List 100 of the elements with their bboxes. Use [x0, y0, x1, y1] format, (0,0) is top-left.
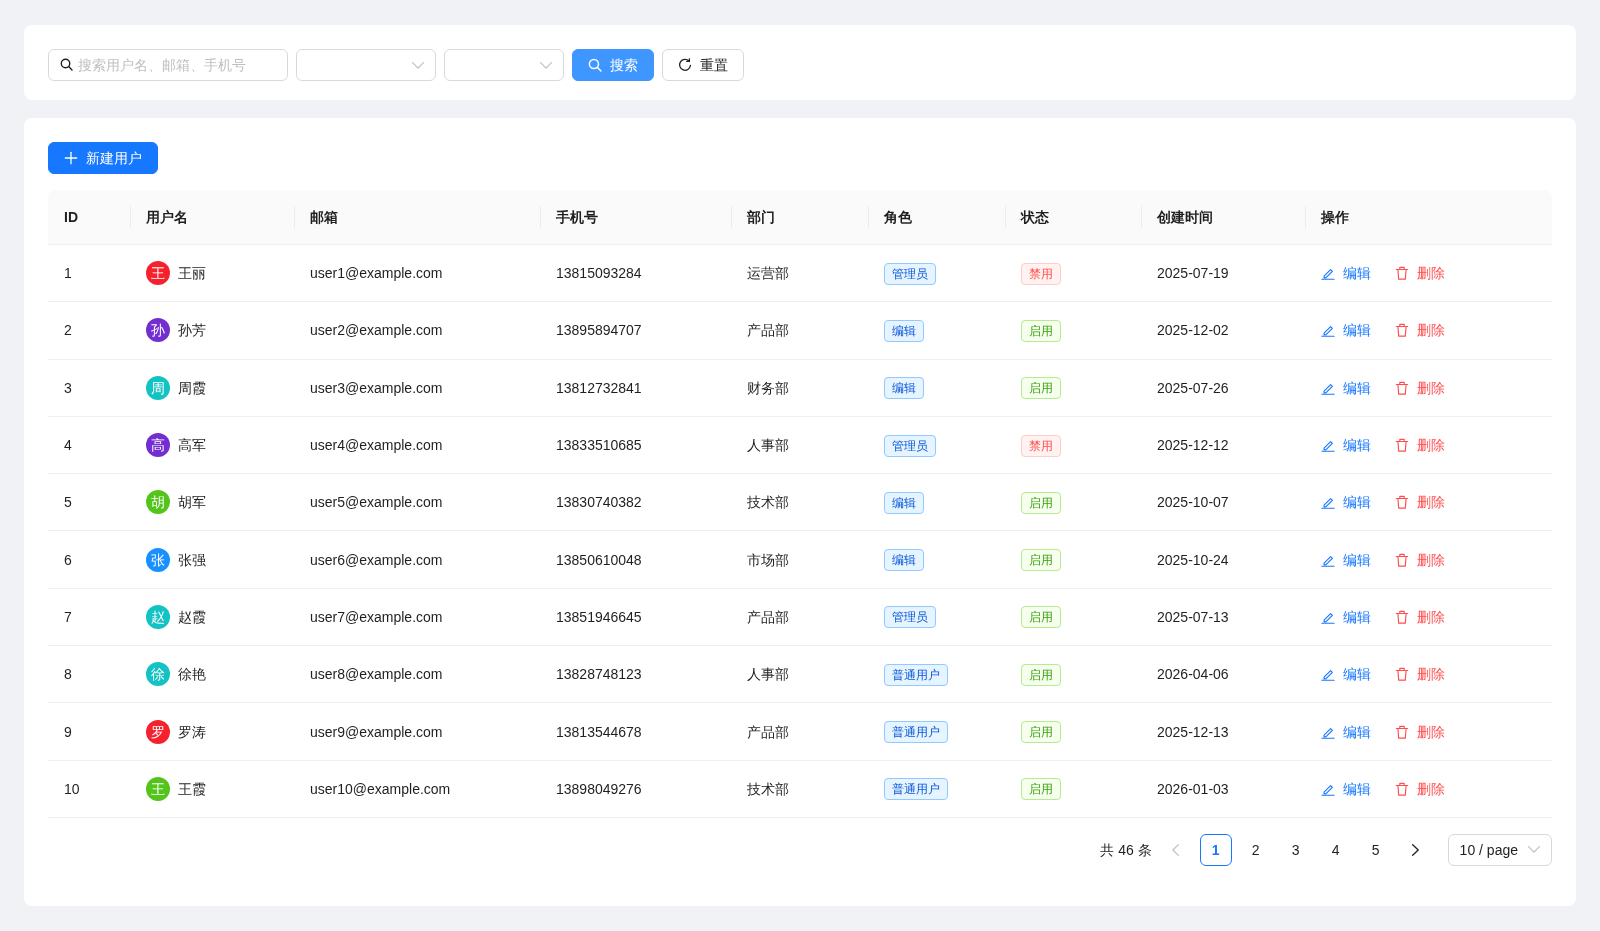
role-tag: 编辑 [884, 549, 924, 572]
edit-button[interactable]: 编辑 [1313, 261, 1379, 286]
table-cell: 产品部 [731, 703, 868, 761]
table-cell: 13833510685 [540, 416, 731, 475]
table-cell: 3 [48, 359, 130, 417]
delete-button[interactable]: 删除 [1387, 547, 1453, 572]
trash-icon [1395, 552, 1409, 567]
chevron-right-icon [1412, 843, 1420, 856]
edit-button[interactable]: 编辑 [1313, 318, 1379, 343]
edit-button[interactable]: 编辑 [1313, 604, 1379, 629]
delete-button[interactable]: 删除 [1387, 776, 1453, 801]
column-header: ID [48, 190, 130, 245]
chevron-down-icon [412, 61, 424, 69]
table-cell: 13813544678 [540, 703, 731, 761]
delete-button[interactable]: 删除 [1387, 433, 1453, 458]
page-button[interactable]: 4 [1319, 833, 1352, 866]
reload-icon [678, 58, 692, 72]
search-field[interactable]: 搜索用户名、邮箱、手机号 [48, 49, 288, 81]
page-button[interactable]: 5 [1359, 833, 1392, 866]
page-button[interactable]: 2 [1239, 833, 1272, 866]
table-cell: 2025-10-24 [1141, 531, 1305, 589]
trash-icon [1395, 781, 1409, 796]
table-cell: 2025-10-07 [1141, 474, 1305, 532]
user-name: 高军 [178, 436, 206, 456]
table-cell: 财务部 [731, 359, 868, 417]
edit-button[interactable]: 编辑 [1313, 490, 1379, 515]
edit-button[interactable]: 编辑 [1313, 547, 1379, 572]
table-cell: 2025-07-19 [1141, 245, 1305, 303]
delete-button[interactable]: 删除 [1387, 375, 1453, 400]
table-cell: 13898049276 [540, 760, 731, 818]
table-cell: 2026-04-06 [1141, 646, 1305, 704]
table-cell: 13828748123 [540, 646, 731, 704]
status-tag: 启用 [1021, 549, 1061, 572]
role-tag: 编辑 [884, 377, 924, 400]
avatar: 周 [146, 375, 170, 400]
table-cell: 8 [48, 646, 130, 704]
table-cell: user3@example.com [294, 359, 540, 417]
table-cell: 7 [48, 588, 130, 647]
status-tag: 禁用 [1021, 434, 1061, 457]
edit-button[interactable]: 编辑 [1313, 776, 1379, 801]
table-cell: 产品部 [731, 588, 868, 647]
table-cell: 市场部 [731, 531, 868, 589]
page-size-select[interactable]: 10 / page [1447, 833, 1552, 866]
table-cell: 产品部 [731, 302, 868, 360]
table-cell: 2025-12-02 [1141, 302, 1305, 360]
table-cell: 技术部 [731, 760, 868, 818]
table-cell: user9@example.com [294, 703, 540, 761]
avatar: 罗 [146, 719, 170, 744]
page-button[interactable]: 3 [1279, 833, 1312, 866]
pencil-icon [1321, 495, 1335, 510]
trash-icon [1395, 266, 1409, 281]
user-name: 孙芳 [178, 321, 206, 341]
role-tag: 普通用户 [884, 721, 948, 743]
edit-button[interactable]: 编辑 [1313, 375, 1379, 400]
column-header: 角色 [868, 190, 1005, 245]
status-tag: 启用 [1021, 377, 1061, 400]
pencil-icon [1321, 667, 1335, 682]
avatar: 王 [146, 776, 170, 801]
table-cell: 9 [48, 703, 130, 761]
create-user-button[interactable]: 新建用户 [48, 142, 158, 174]
delete-button[interactable]: 删除 [1387, 662, 1453, 687]
table-cell: 2025-12-13 [1141, 703, 1305, 761]
edit-button[interactable]: 编辑 [1313, 433, 1379, 458]
table-cell: 人事部 [731, 646, 868, 704]
delete-button[interactable]: 删除 [1387, 604, 1453, 629]
plus-icon [64, 151, 78, 165]
table-cell: 5 [48, 474, 130, 532]
user-name: 罗涛 [178, 722, 206, 742]
column-header: 操作 [1305, 190, 1552, 245]
status-tag: 启用 [1021, 319, 1061, 342]
table-cell: 2025-12-12 [1141, 416, 1305, 475]
search-button[interactable]: 搜索 [572, 49, 654, 81]
status-tag: 启用 [1021, 778, 1061, 801]
select-field[interactable] [444, 49, 564, 81]
page-button[interactable]: 1 [1199, 833, 1232, 866]
user-name: 赵霞 [178, 607, 206, 627]
table-cell: 13895894707 [540, 302, 731, 360]
delete-button[interactable]: 删除 [1387, 318, 1453, 343]
chevron-left-icon [1172, 843, 1180, 856]
table-cell: 6 [48, 531, 130, 589]
pencil-icon [1321, 266, 1335, 281]
table-cell: user5@example.com [294, 474, 540, 532]
user-name: 王霞 [178, 779, 206, 799]
pencil-icon [1321, 323, 1335, 338]
user-name: 周霞 [178, 378, 206, 398]
delete-button[interactable]: 删除 [1387, 490, 1453, 515]
edit-button[interactable]: 编辑 [1313, 662, 1379, 687]
table-cell: user1@example.com [294, 245, 540, 303]
column-header: 手机号 [540, 190, 731, 245]
select-field[interactable] [296, 49, 436, 81]
total-count: 共 46 条 [1100, 840, 1152, 860]
table-cell: 运营部 [731, 245, 868, 303]
edit-button[interactable]: 编辑 [1313, 719, 1379, 744]
delete-button[interactable]: 删除 [1387, 719, 1453, 744]
reset-button[interactable]: 重置 [662, 49, 744, 81]
trash-icon [1395, 380, 1409, 395]
role-tag: 管理员 [884, 262, 936, 285]
delete-button[interactable]: 删除 [1387, 261, 1453, 286]
table-cell: user10@example.com [294, 760, 540, 818]
status-tag: 启用 [1021, 663, 1061, 686]
